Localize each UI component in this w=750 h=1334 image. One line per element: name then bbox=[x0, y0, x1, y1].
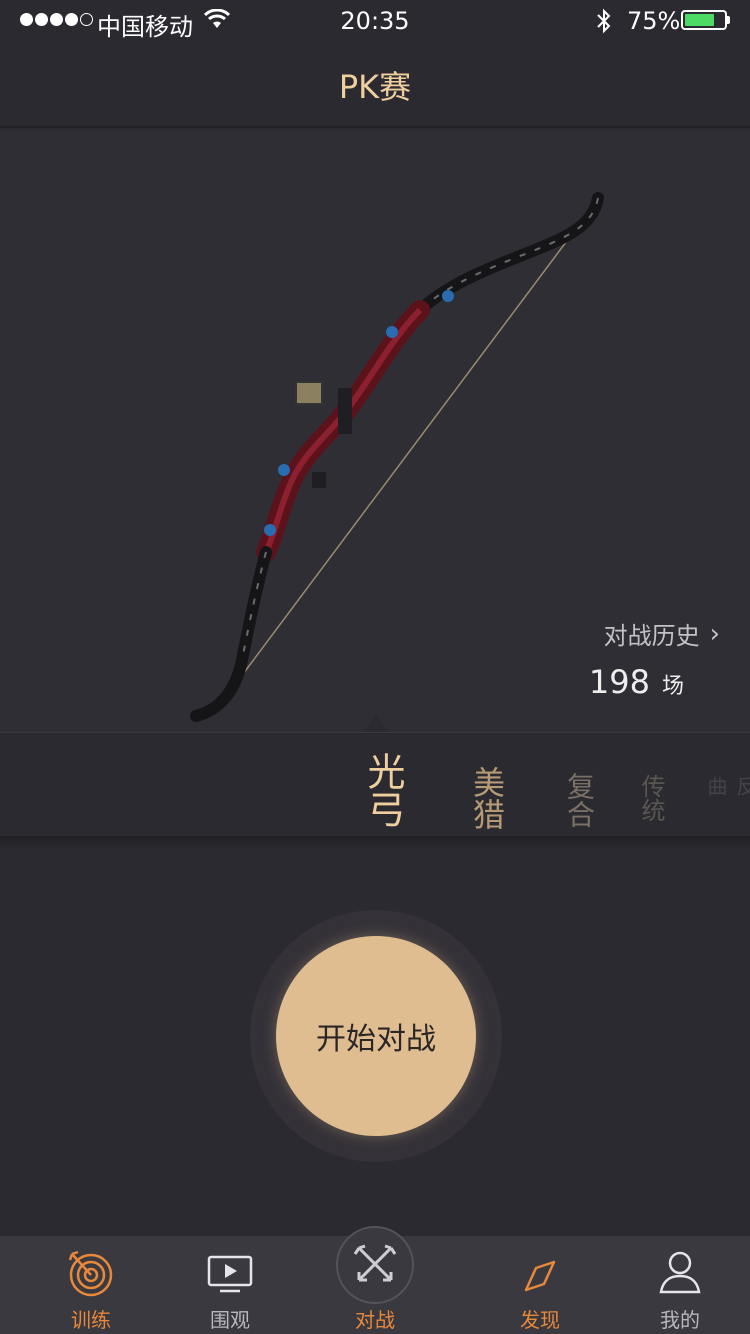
compass-icon bbox=[524, 1260, 556, 1292]
tab-label: 训练 bbox=[71, 1308, 111, 1332]
category-item[interactable]: 美猎 bbox=[464, 766, 510, 830]
tab-bar: 训练 围观 对战 发现 我的 bbox=[0, 1226, 750, 1334]
page-title: PK赛 bbox=[338, 68, 412, 106]
tab-mine[interactable]: 我的 bbox=[605, 1236, 750, 1334]
crossed-arrows-icon bbox=[353, 1244, 397, 1282]
tab-label: 围观 bbox=[210, 1308, 250, 1332]
category-item[interactable]: 反曲 bbox=[702, 776, 750, 810]
tab-label: 发现 bbox=[520, 1308, 560, 1332]
hero-section: 对战历史 › 198 场 bbox=[0, 130, 750, 732]
selection-pointer bbox=[364, 714, 388, 732]
battle-history-link[interactable]: 对战历史 › 198 场 bbox=[588, 616, 720, 702]
start-battle-button[interactable]: 开始对战 bbox=[276, 936, 476, 1136]
pk-screen: 中国移动 20:35 75% PK赛 对战历史 › 198 场 光弓 美猎 复合… bbox=[0, 0, 750, 1334]
battery-level bbox=[685, 14, 714, 26]
category-item[interactable]: 传统 bbox=[634, 774, 669, 822]
start-battle-label: 开始对战 bbox=[316, 1023, 436, 1056]
tab-training[interactable]: 训练 bbox=[16, 1236, 166, 1334]
battle-history-label: 对战历史 bbox=[603, 622, 700, 650]
bluetooth-icon bbox=[597, 8, 611, 34]
tab-discover[interactable]: 发现 bbox=[465, 1236, 615, 1334]
navigation-bar: PK赛 bbox=[0, 40, 750, 128]
category-item-selected[interactable]: 光弓 bbox=[356, 752, 411, 828]
target-icon bbox=[68, 1250, 113, 1297]
divider bbox=[0, 836, 750, 850]
battle-count: 198 bbox=[588, 663, 650, 701]
tab-label: 对战 bbox=[355, 1308, 395, 1332]
battle-count-unit: 场 bbox=[661, 674, 684, 699]
status-bar: 中国移动 20:35 75% bbox=[0, 0, 750, 41]
tab-watch[interactable]: 围观 bbox=[155, 1236, 305, 1334]
tab-battle[interactable]: 对战 bbox=[300, 1226, 450, 1334]
chevron-right-icon: › bbox=[709, 618, 720, 649]
video-play-icon bbox=[207, 1255, 253, 1293]
user-icon bbox=[659, 1251, 701, 1294]
tab-label: 我的 bbox=[660, 1308, 700, 1332]
category-item[interactable]: 复合 bbox=[559, 772, 599, 828]
battery-percent: 75% bbox=[627, 7, 681, 35]
battery-cap bbox=[727, 16, 730, 24]
battery-icon bbox=[681, 10, 727, 30]
bow-image bbox=[190, 192, 604, 722]
